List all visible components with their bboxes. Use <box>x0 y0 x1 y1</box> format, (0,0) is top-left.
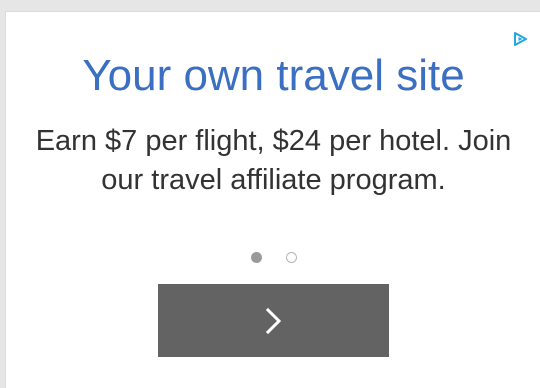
carousel-dot-2[interactable] <box>285 252 297 263</box>
carousel-indicators <box>6 252 540 268</box>
ad-container[interactable]: Your own travel site Earn $7 per flight,… <box>5 11 540 388</box>
next-button[interactable] <box>158 284 389 357</box>
ad-headline[interactable]: Your own travel site <box>6 50 540 102</box>
chevron-right-icon <box>265 307 281 334</box>
carousel-dot-1[interactable] <box>250 252 262 263</box>
adchoices-icon[interactable] <box>511 30 529 48</box>
ad-body-text[interactable]: Earn $7 per flight, $24 per hotel. Join … <box>26 122 521 200</box>
